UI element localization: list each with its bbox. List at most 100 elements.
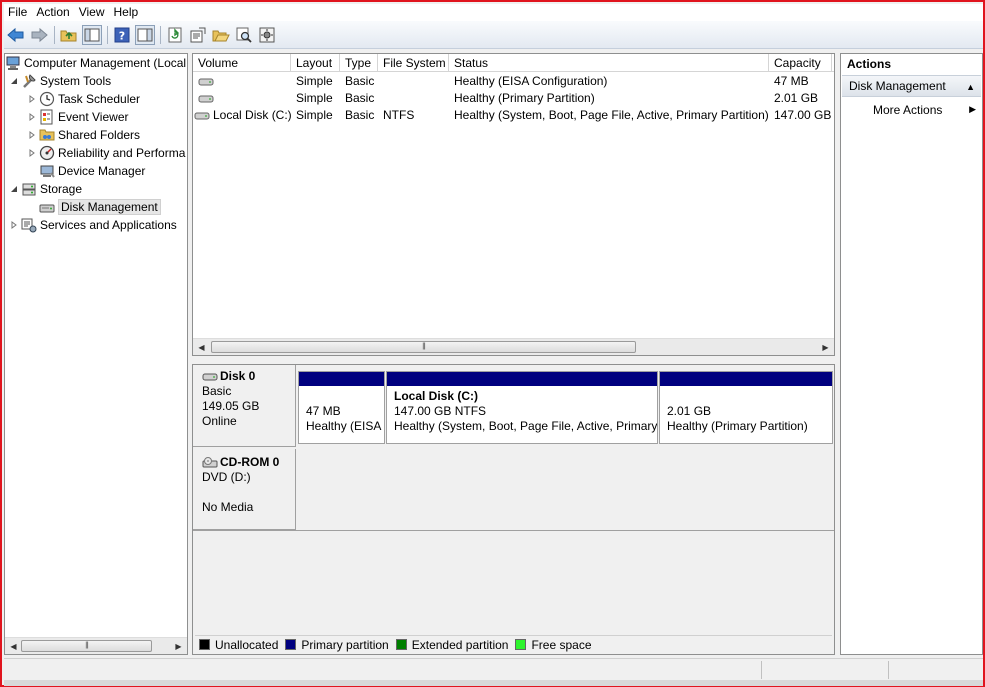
- cdrom-0-row[interactable]: CD-ROM 0 DVD (D:) No Media: [193, 449, 834, 531]
- toolbar: ?: [4, 21, 983, 49]
- scroll-left-arrow-icon[interactable]: ◀: [5, 638, 22, 654]
- console-tree: Computer Management (Local System Tools …: [4, 53, 188, 655]
- cdrom-0-label[interactable]: CD-ROM 0 DVD (D:) No Media: [193, 449, 296, 530]
- column-status[interactable]: Status: [449, 54, 769, 72]
- settings-icon[interactable]: [257, 25, 277, 45]
- menu-view[interactable]: View: [75, 5, 110, 20]
- tree-node-computer-management[interactable]: Computer Management (Local: [5, 54, 186, 72]
- search-icon[interactable]: [234, 25, 254, 45]
- more-actions-link[interactable]: More Actions: [873, 103, 942, 117]
- refresh-icon[interactable]: [165, 25, 185, 45]
- primary-partition-bar: [387, 372, 657, 386]
- tree-node-label: Reliability and Performa: [58, 146, 186, 160]
- legend-label: Primary partition: [301, 637, 389, 652]
- tools-icon: [21, 73, 37, 89]
- shared-folder-icon: [39, 127, 55, 143]
- disk-0-label[interactable]: Disk 0 Basic 149.05 GB Online: [193, 365, 296, 447]
- scroll-right-arrow-icon[interactable]: ▶: [170, 638, 187, 654]
- column-layout[interactable]: Layout: [291, 54, 340, 72]
- collapsed-arrow-icon[interactable]: [27, 112, 37, 122]
- collapse-up-arrow-icon[interactable]: ▲: [966, 77, 975, 97]
- legend-swatch: [515, 639, 527, 650]
- tree-node-event-viewer[interactable]: Event Viewer: [27, 108, 128, 126]
- window-frame: File Action View Help ? Computer Managem…: [0, 0, 985, 687]
- tree-node-disk-management[interactable]: Disk Management: [27, 198, 161, 216]
- volume-type: Basic: [345, 74, 375, 88]
- column-volume[interactable]: Volume: [193, 54, 291, 72]
- status-bar: [4, 658, 983, 680]
- properties-icon[interactable]: [188, 25, 208, 45]
- volume-type: Basic: [345, 91, 375, 105]
- volume-row[interactable]: Simple Basic Healthy (Primary Partition)…: [193, 90, 834, 107]
- clock-icon: [39, 91, 55, 107]
- tree-node-device-manager[interactable]: Device Manager: [27, 162, 145, 180]
- device-manager-icon: [39, 163, 55, 179]
- menu-action[interactable]: Action: [32, 5, 74, 20]
- scrollbar-thumb[interactable]: |||: [211, 341, 636, 353]
- expanded-arrow-icon[interactable]: [9, 76, 19, 86]
- tree-node-services-applications[interactable]: Services and Applications: [9, 216, 177, 234]
- menu-help[interactable]: Help: [110, 5, 144, 20]
- scroll-right-arrow-icon[interactable]: ▶: [817, 339, 834, 355]
- scroll-left-arrow-icon[interactable]: ◀: [193, 339, 210, 355]
- legend-primary: Primary partition: [285, 637, 389, 652]
- svg-text:?: ?: [119, 29, 125, 42]
- show-hide-action-pane-icon[interactable]: [135, 24, 155, 45]
- disk-size: 149.05 GB: [202, 399, 260, 413]
- cdrom-name: CD-ROM 0: [220, 455, 280, 469]
- bottom-edge-strip: [4, 680, 983, 686]
- collapsed-arrow-icon[interactable]: [27, 94, 37, 104]
- partition-size: 47 MB: [306, 404, 341, 418]
- tree-node-reliability[interactable]: Reliability and Performa: [27, 144, 185, 162]
- show-hide-tree-icon[interactable]: [82, 24, 102, 45]
- tree-node-label: Task Scheduler: [58, 92, 141, 106]
- help-icon[interactable]: ?: [112, 25, 132, 45]
- actions-section-disk-management[interactable]: Disk Management ▲: [842, 75, 981, 97]
- up-folder-icon[interactable]: [59, 25, 79, 45]
- partition-local-disk-c[interactable]: Local Disk (C:) 147.00 GB NTFS Healthy (…: [386, 371, 658, 444]
- volume-list-horizontal-scrollbar[interactable]: ◀ ||| ▶: [193, 338, 834, 355]
- volume-row[interactable]: Simple Basic Healthy (EISA Configuration…: [193, 73, 834, 90]
- tree-node-task-scheduler[interactable]: Task Scheduler: [27, 90, 140, 108]
- cdrom-type: DVD (D:): [202, 470, 251, 484]
- partition-eisa[interactable]: 47 MB Healthy (EISA: [298, 371, 385, 444]
- tree-horizontal-scrollbar[interactable]: ◀ ||| ▶: [5, 637, 187, 654]
- partition-status: Healthy (EISA: [306, 419, 382, 433]
- volume-layout: Simple: [296, 108, 333, 122]
- column-type[interactable]: Type: [340, 54, 378, 72]
- legend-swatch: [395, 639, 407, 650]
- volume-status: Healthy (Primary Partition): [454, 91, 595, 105]
- hard-disk-icon: [202, 372, 218, 382]
- menu-file[interactable]: File: [4, 5, 32, 20]
- volume-row[interactable]: Local Disk (C:) Simple Basic NTFS Health…: [193, 107, 834, 124]
- tree-node-label: Computer Management (Local: [24, 56, 187, 70]
- legend-swatch: [199, 639, 210, 650]
- tree-node-storage[interactable]: Storage: [9, 180, 82, 198]
- disk-0-row[interactable]: Disk 0 Basic 149.05 GB Online 47 MB Heal…: [193, 365, 834, 447]
- collapsed-arrow-icon[interactable]: [27, 148, 37, 158]
- scrollbar-thumb[interactable]: |||: [21, 640, 152, 652]
- open-folder-icon[interactable]: [211, 25, 231, 45]
- partition-primary[interactable]: 2.01 GB Healthy (Primary Partition): [659, 371, 833, 444]
- collapsed-arrow-icon[interactable]: [9, 220, 19, 230]
- forward-icon[interactable]: [29, 25, 49, 45]
- column-capacity[interactable]: Capacity: [769, 54, 832, 72]
- legend-unallocated: Unallocated: [199, 638, 278, 652]
- back-icon[interactable]: [6, 25, 26, 45]
- tree-node-label: Services and Applications: [40, 218, 177, 232]
- drive-icon: [194, 111, 210, 121]
- tree-node-system-tools[interactable]: System Tools: [9, 72, 111, 90]
- volume-status: Healthy (EISA Configuration): [454, 74, 608, 88]
- tree-node-shared-folders[interactable]: Shared Folders: [27, 126, 140, 144]
- cdrom-media: No Media: [202, 500, 254, 514]
- collapsed-arrow-icon[interactable]: [27, 130, 37, 140]
- expanded-arrow-icon[interactable]: [9, 184, 19, 194]
- volume-list-header: Volume Layout Type File System Status Ca…: [193, 54, 834, 72]
- volume-file-system: NTFS: [383, 108, 415, 122]
- disk-graphical-view: Disk 0 Basic 149.05 GB Online 47 MB Heal…: [192, 364, 835, 655]
- event-log-icon: [39, 109, 55, 125]
- column-file-system[interactable]: File System: [378, 54, 449, 72]
- legend-label: Free space: [531, 637, 592, 652]
- submenu-right-arrow-icon[interactable]: ▶: [969, 104, 976, 115]
- legend-extended: Extended partition: [395, 638, 508, 652]
